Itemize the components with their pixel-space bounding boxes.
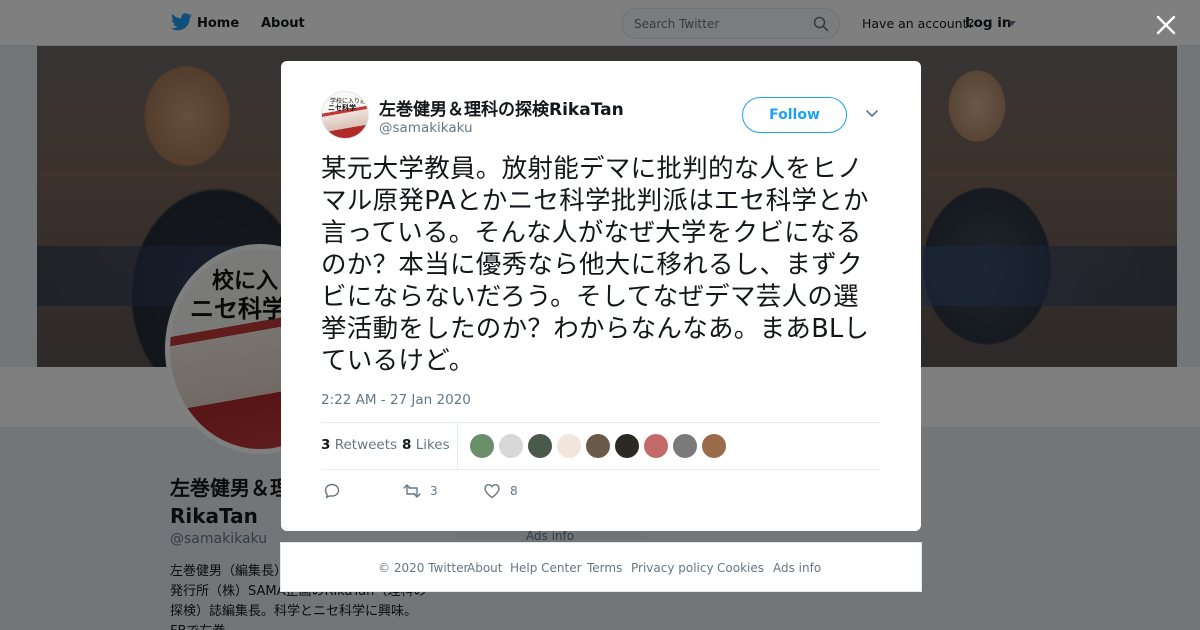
tweet-timestamp[interactable]: 2:22 AM - 27 Jan 2020: [321, 392, 471, 408]
close-icon[interactable]: [1156, 15, 1176, 35]
retweets-label: Retweets: [334, 437, 398, 453]
liker-avatar[interactable]: [528, 434, 552, 458]
likes-label: Likes: [415, 437, 450, 453]
footer-about-link[interactable]: About: [467, 561, 502, 575]
avatar-text: ニセ科学: [328, 104, 356, 112]
footer: © 2020 Twitter About Help Center Terms P…: [280, 542, 922, 592]
liker-avatar[interactable]: [470, 434, 494, 458]
author-name[interactable]: 左巻健男＆理科の探検RikaTan: [379, 95, 624, 120]
retweets-count: 3: [321, 437, 331, 453]
retweet-count: 3: [430, 484, 438, 498]
retweet-icon[interactable]: [402, 482, 422, 500]
chevron-down-icon[interactable]: [865, 109, 879, 119]
retweets-stat[interactable]: 3 Retweets: [321, 437, 397, 453]
footer-cookies-link[interactable]: Cookies: [717, 561, 764, 575]
tweet-text: 某元大学教員。放射能デマに批判的な人をヒノマル原発PAとかニセ科学批判派はエセ科…: [321, 154, 870, 376]
author-handle[interactable]: @samakikaku: [379, 120, 473, 136]
stats-divider: [457, 423, 458, 469]
heart-icon[interactable]: [483, 482, 501, 500]
tweet-stats: 3 Retweets 8 Likes: [321, 422, 881, 470]
follow-button[interactable]: Follow: [742, 97, 847, 133]
liker-avatar[interactable]: [586, 434, 610, 458]
tweet-modal: 学校に入り込む ニセ科学 左巻健男＆理科の探検RikaTan @samakika…: [281, 61, 921, 531]
likes-count: 8: [402, 437, 412, 453]
liker-avatar[interactable]: [673, 434, 697, 458]
footer-terms-link[interactable]: Terms: [587, 561, 622, 575]
liker-avatar[interactable]: [702, 434, 726, 458]
liker-avatar[interactable]: [644, 434, 668, 458]
liker-avatar[interactable]: [615, 434, 639, 458]
footer-help-link[interactable]: Help Center: [510, 561, 582, 575]
footer-copyright: © 2020 Twitter: [378, 561, 469, 575]
liker-avatar[interactable]: [557, 434, 581, 458]
likes-stat[interactable]: 8 Likes: [402, 437, 450, 453]
footer-ads-link[interactable]: Ads info: [773, 561, 821, 575]
footer-privacy-link[interactable]: Privacy policy: [631, 561, 714, 575]
like-count: 8: [510, 484, 518, 498]
author-avatar[interactable]: 学校に入り込む ニセ科学: [321, 91, 369, 139]
liker-avatar[interactable]: [499, 434, 523, 458]
reply-icon[interactable]: [323, 482, 341, 500]
